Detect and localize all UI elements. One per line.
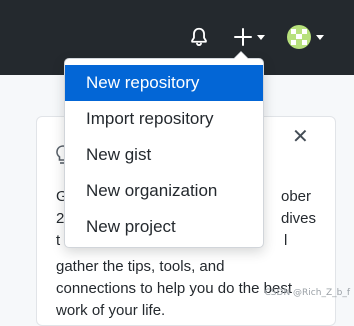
menu-item-import-repository[interactable]: Import repository	[65, 101, 263, 137]
card-line: work of your life.	[56, 302, 166, 319]
create-new-dropdown: New repository Import repository New gis…	[64, 51, 264, 248]
menu-item-new-gist[interactable]: New gist	[65, 137, 263, 173]
card-line: gather the tips, tools, and	[56, 258, 225, 275]
user-menu-button[interactable]	[282, 22, 328, 52]
chevron-down-icon	[256, 34, 265, 40]
notifications-button[interactable]	[186, 24, 212, 50]
card-text-fragment: l	[284, 232, 288, 249]
card-text-fragment: t	[56, 232, 61, 249]
bell-icon	[191, 27, 207, 46]
chevron-down-icon	[315, 34, 324, 40]
create-new-button[interactable]	[228, 24, 270, 50]
watermark: CSDN @Rich_Z_b_f	[264, 288, 350, 298]
menu-item-new-organization[interactable]: New organization	[65, 173, 263, 209]
avatar	[286, 25, 311, 49]
close-icon[interactable]: ✕	[292, 127, 309, 147]
menu-item-new-repository[interactable]: New repository	[65, 65, 263, 101]
plus-icon	[233, 28, 252, 46]
card-text-fragment: ober	[281, 188, 312, 205]
card-text-fragment: dives	[281, 210, 317, 227]
menu-item-new-project[interactable]: New project	[65, 209, 263, 245]
